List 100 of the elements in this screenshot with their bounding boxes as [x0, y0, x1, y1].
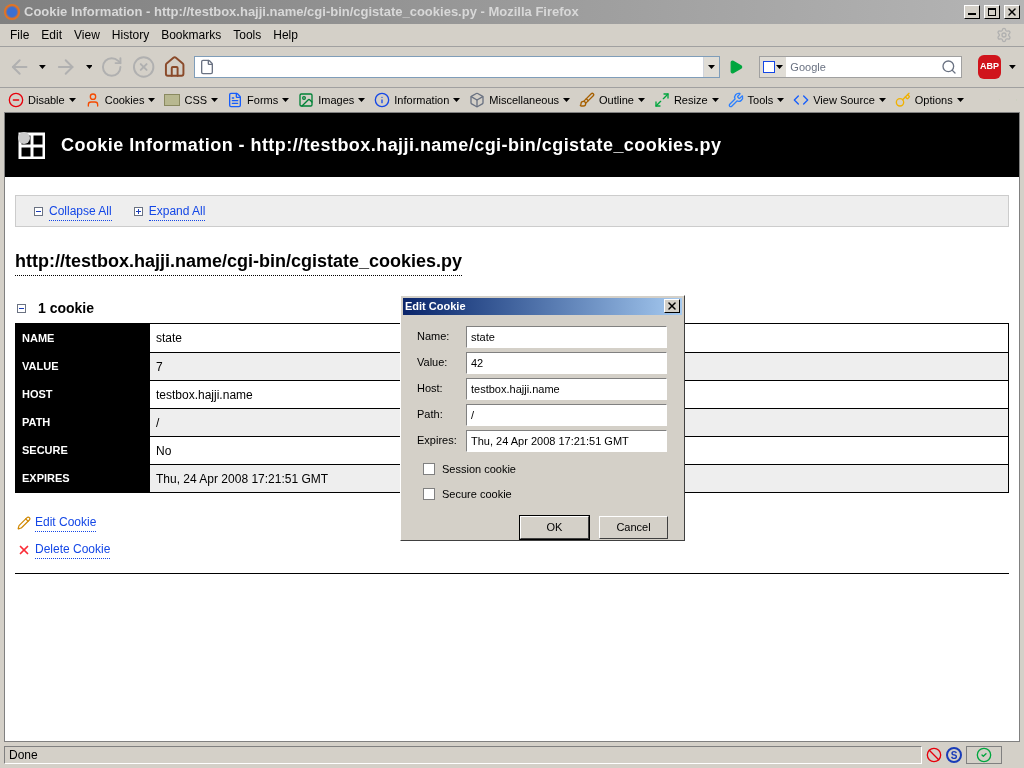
caret-icon	[711, 98, 719, 102]
minimize-button[interactable]	[964, 5, 980, 19]
collapse-icon[interactable]	[34, 206, 43, 216]
text-field[interactable]: state	[466, 325, 667, 348]
toolbar-menu[interactable]: Cookies	[104, 91, 145, 109]
dropdown-icon[interactable]	[702, 57, 719, 77]
menu-item[interactable]: Tools	[227, 26, 268, 44]
collapse-icon[interactable]	[17, 304, 26, 313]
caret-icon	[637, 98, 645, 102]
field-label: Name:	[417, 329, 451, 345]
caret-icon	[453, 98, 461, 102]
window-title: Cookie Information - http://testbox.hajji.name/cgi-bin/cgistate_cookies.py - Mozilla Firefox	[24, 3, 580, 22]
menu-item[interactable]: Edit	[35, 26, 69, 44]
toolbar-menu[interactable]: Resize	[673, 91, 708, 109]
resize-icon	[653, 92, 670, 108]
toolbar-menu[interactable]: Miscellaneous	[489, 91, 560, 109]
search-engine-icon[interactable]	[760, 57, 787, 77]
url-heading[interactable]: http://testbox.hajji.name/cgi-bin/cgistate_cookies.py	[15, 248, 463, 276]
caret-icon	[282, 98, 290, 102]
disable-icon	[8, 92, 24, 108]
toolbar-menu[interactable]: CSS	[184, 91, 208, 109]
menu-item[interactable]: File	[4, 26, 36, 44]
table-header-cell: SECURE	[16, 437, 150, 464]
cube-icon	[469, 92, 486, 108]
caret-icon	[148, 98, 156, 102]
adblock-icon[interactable]: ABP	[977, 55, 1002, 79]
caret-icon	[211, 98, 219, 102]
text-field[interactable]: testbox.hajji.name	[466, 377, 667, 400]
menu-item[interactable]: View	[68, 26, 106, 44]
toolbar-menu[interactable]: View Source	[813, 91, 875, 109]
close-icon	[1006, 6, 1018, 18]
link[interactable]: Delete Cookie	[35, 540, 111, 559]
caret-icon	[776, 65, 784, 69]
caret-icon	[777, 98, 785, 102]
maximize-icon	[988, 8, 996, 16]
blocked-icon[interactable]	[926, 747, 942, 763]
s-icon[interactable]: S	[946, 747, 962, 763]
wrench-icon	[727, 92, 744, 108]
home-icon[interactable]	[163, 55, 187, 79]
link[interactable]: Collapse All	[49, 201, 112, 221]
search-icon[interactable]	[940, 59, 957, 75]
field-label: Value:	[417, 355, 449, 371]
dialog-title: Edit Cookie	[405, 299, 467, 314]
text-field[interactable]: 42	[466, 351, 667, 374]
field-label: Path:	[417, 407, 444, 423]
toolbar-menu[interactable]: Options	[914, 91, 953, 109]
status-text: Done	[4, 746, 922, 764]
table-header-cell: PATH	[16, 409, 150, 436]
close-button[interactable]	[1004, 5, 1020, 19]
search-field[interactable]: Google	[759, 56, 962, 78]
caret-icon	[1009, 65, 1016, 69]
address-field[interactable]	[194, 56, 720, 78]
table-header-cell: HOST	[16, 381, 150, 408]
link[interactable]: Edit Cookie	[35, 513, 97, 532]
caret-icon	[956, 98, 964, 102]
checkbox[interactable]	[423, 488, 435, 501]
caret-icon	[39, 65, 47, 69]
toolbar-menu[interactable]: Images	[318, 91, 355, 109]
toolbar-menu[interactable]: Disable	[28, 91, 65, 109]
minimize-icon	[968, 13, 976, 15]
firefox-icon	[4, 4, 20, 20]
brush-icon	[579, 92, 596, 108]
toolbar-menu[interactable]: Outline	[599, 91, 634, 109]
cancel-button[interactable]: Cancel	[599, 515, 668, 539]
page-title: Cookie Information - http://testbox.hajji.name/cgi-bin/cgistate_cookies.py	[61, 133, 722, 157]
link[interactable]: Expand All	[148, 201, 206, 221]
text-field[interactable]: /	[466, 403, 667, 426]
expand-icon[interactable]	[133, 206, 143, 216]
source-icon	[793, 92, 810, 108]
caret-icon	[563, 98, 571, 102]
caret-icon	[85, 65, 93, 69]
check-icon[interactable]	[976, 747, 992, 763]
table-header-cell: VALUE	[16, 353, 150, 380]
caret-icon	[68, 98, 76, 102]
close-button[interactable]	[664, 299, 680, 314]
search-placeholder: Google	[789, 59, 827, 75]
menu-item[interactable]: Bookmarks	[155, 26, 228, 44]
cookie-count: 1 cookie	[38, 299, 95, 318]
close-icon	[666, 300, 678, 313]
form-icon	[227, 92, 244, 108]
toolbar-menu[interactable]: Forms	[247, 91, 279, 109]
caret-icon	[878, 98, 886, 102]
toolbar-menu[interactable]: Information	[394, 91, 450, 109]
image-icon	[298, 92, 315, 108]
table-header-cell: NAME	[16, 324, 150, 352]
caret-icon	[358, 98, 366, 102]
checkbox[interactable]	[423, 462, 435, 475]
info-icon	[374, 92, 391, 108]
logo-icon	[17, 131, 45, 159]
caret-icon	[707, 65, 715, 69]
text-field[interactable]: Thu, 24 Apr 2008 17:21:51 GMT	[466, 429, 667, 452]
menu-item[interactable]: History	[105, 26, 156, 44]
menu-item[interactable]: Help	[267, 26, 304, 44]
maximize-button[interactable]	[984, 5, 1000, 19]
key-icon	[894, 92, 911, 108]
toolbar-menu[interactable]: Tools	[747, 91, 774, 109]
table-header-cell: EXPIRES	[16, 465, 150, 492]
page-icon	[199, 59, 216, 75]
ok-button[interactable]: OK	[520, 515, 589, 539]
pencil-icon	[17, 515, 31, 530]
